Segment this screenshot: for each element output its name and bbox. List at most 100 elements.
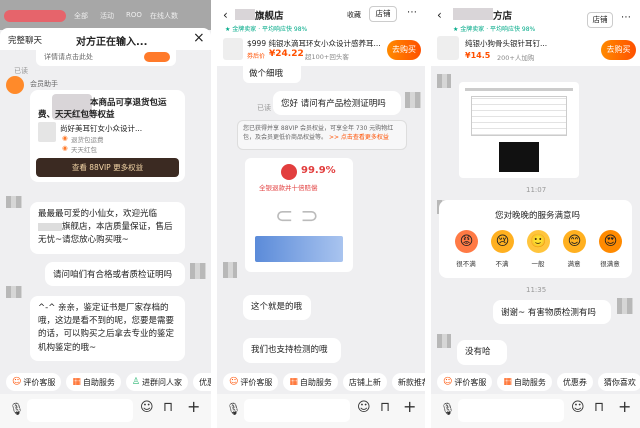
chip-label: 新款推荐 bbox=[397, 377, 425, 387]
close-icon[interactable]: × bbox=[193, 30, 205, 46]
chip-coupon[interactable]: 优惠 bbox=[192, 373, 211, 391]
message-input[interactable] bbox=[458, 399, 564, 422]
tab-label[interactable]: 活动 bbox=[100, 11, 114, 21]
certificate-image[interactable]: 99.9% 全银退款并十倍赔偿 ⊂ ⊃ bbox=[245, 158, 353, 272]
notice-link[interactable]: >> 点击查看更多权益 bbox=[329, 134, 389, 141]
card-action-button[interactable] bbox=[144, 52, 170, 62]
shop-rating-line: ★ 金牌卖家 · 平均响应快 98% bbox=[453, 26, 536, 33]
chip-join-group[interactable]: ♙ 进群问人家 bbox=[125, 373, 188, 391]
shopping-bag-icon[interactable]: ⊓ bbox=[594, 400, 604, 415]
chip-rate-service[interactable]: ☺ 评价客服 bbox=[6, 373, 62, 391]
chip-self-service[interactable]: ▦ 自助服务 bbox=[283, 373, 338, 391]
buy-button[interactable]: 去购买 bbox=[601, 40, 636, 60]
product-title[interactable]: 纯银小狗骨头银针耳钉... bbox=[465, 38, 547, 49]
cert-percent: 99.9% bbox=[301, 165, 336, 176]
user-question-message: 谢谢~ 有害物质检测有吗 bbox=[493, 300, 611, 324]
grid-icon: ▦ bbox=[289, 377, 298, 387]
input-bar: 🎙 ☺ ⊓ + bbox=[217, 394, 425, 428]
price-label: 券后价 bbox=[247, 53, 266, 60]
more-icon[interactable]: ⋯ bbox=[621, 12, 631, 23]
chip-recommend[interactable]: 新款推荐 bbox=[391, 373, 425, 391]
quick-action-chips: ☺ 评价客服 ▦ 自助服务 优惠券 猜你喜欢 bbox=[431, 373, 640, 392]
vip-notice-card: 您已获得并享 88VIP 会员权益，可享全年 730 元购物红包，及会员更低价商… bbox=[237, 120, 407, 150]
rate-icon: ☺ bbox=[229, 377, 239, 387]
back-arrow-icon[interactable]: ‹ bbox=[223, 8, 228, 22]
product-price: ¥24.22 bbox=[269, 49, 304, 59]
input-bar: 🎙 ☺ ⊓ + bbox=[431, 394, 640, 428]
chat-panel-2: ‹ 旗舰店 收藏 店铺 ⋯ ★ 金牌卖家 · 平均响应快 98% $999 纯银… bbox=[217, 0, 425, 428]
rating-label: 很不满 bbox=[456, 260, 476, 268]
chip-label: 自助服务 bbox=[513, 377, 546, 387]
microphone-icon[interactable]: 🎙 bbox=[9, 402, 24, 416]
chat-header: ‹ 方店 店铺 ⋯ ★ 金牌卖家 · 平均响应快 98% 纯银小狗骨头银针耳钉.… bbox=[431, 0, 640, 66]
chip-label: 优惠 bbox=[198, 377, 211, 387]
plus-icon[interactable]: + bbox=[403, 397, 416, 416]
chat-header: ‹ 旗舰店 收藏 店铺 ⋯ ★ 金牌卖家 · 平均响应快 98% $999 纯银… bbox=[217, 0, 425, 66]
assistant-name: 会员助手 bbox=[30, 80, 58, 88]
chat-header: 完整聊天 对方正在输入... × bbox=[0, 28, 211, 50]
product-thumbnail bbox=[38, 122, 56, 142]
redacted-shop-name bbox=[38, 222, 62, 231]
chat-panel-3: ‹ 方店 店铺 ⋯ ★ 金牌卖家 · 平均响应快 98% 纯银小狗骨头银针耳钉.… bbox=[431, 0, 640, 428]
plus-icon[interactable]: + bbox=[187, 397, 200, 416]
tab-label[interactable]: 在线人数 bbox=[150, 11, 178, 21]
user-avatar bbox=[190, 263, 206, 279]
crying-face-icon[interactable]: 😢 bbox=[491, 230, 514, 253]
rating-label: 很满意 bbox=[600, 260, 620, 268]
report-image[interactable] bbox=[459, 82, 579, 178]
more-icon[interactable]: ⋯ bbox=[407, 7, 417, 18]
plus-icon[interactable]: + bbox=[618, 397, 631, 416]
emoji-icon[interactable]: ☺ bbox=[357, 400, 371, 415]
chip-guess-you-like[interactable]: 猜你喜欢 bbox=[597, 373, 640, 391]
vip-benefit-item: 退货包运费 bbox=[71, 136, 104, 144]
emoji-icon[interactable]: ☺ bbox=[140, 400, 154, 415]
shop-button[interactable]: 店铺 bbox=[587, 12, 613, 28]
follow-button[interactable]: 收藏 bbox=[347, 10, 361, 20]
chip-rate-service[interactable]: ☺ 评价客服 bbox=[223, 373, 279, 391]
tab-label[interactable]: 全部 bbox=[74, 11, 88, 21]
active-tab-highlight[interactable] bbox=[4, 10, 66, 22]
user-question-message: 您好 请问有产品检测证明吗 bbox=[273, 91, 401, 115]
message-input[interactable] bbox=[244, 399, 350, 422]
microphone-icon[interactable]: 🎙 bbox=[226, 402, 241, 416]
chip-new-arrivals[interactable]: 店铺上新 bbox=[342, 373, 387, 391]
shopping-bag-icon[interactable]: ⊓ bbox=[163, 400, 173, 415]
message-input[interactable] bbox=[27, 399, 133, 422]
smiling-face-icon[interactable]: 😊 bbox=[563, 230, 586, 253]
input-bar: 🎙 ☺ ⊓ + bbox=[0, 394, 211, 428]
user-avatar bbox=[405, 92, 421, 108]
assistant-avatar bbox=[6, 76, 24, 94]
chip-coupon[interactable]: 优惠券 bbox=[556, 373, 593, 391]
shop-name[interactable]: 旗舰店 bbox=[255, 8, 284, 22]
quick-action-chips: ☺评价客服 ▦自助服务 店铺上新 新款推荐 bbox=[217, 373, 425, 392]
typing-status-title: 对方正在输入... bbox=[76, 37, 148, 48]
satisfaction-survey-card: 您对晚晚的服务满意吗 😡 很不满 😢 不满 🙂 一般 😊 满意 😍 很满意 bbox=[439, 200, 632, 278]
shop-button[interactable]: 店铺 bbox=[369, 6, 397, 22]
product-title[interactable]: $999 纯银水滴耳环女小众设计感养耳... bbox=[247, 38, 381, 49]
shop-name[interactable]: 方店 bbox=[493, 8, 512, 22]
product-price: ¥14.5 bbox=[465, 51, 491, 60]
vip-benefit-card[interactable]: 本商品可享退货包运 费、天天红包等权益 尚好美耳钉女小众设计... ◉ 退货包运… bbox=[30, 90, 185, 182]
emoji-icon[interactable]: ☺ bbox=[571, 400, 585, 415]
blurred-avatar bbox=[437, 334, 451, 348]
tab-label[interactable]: ROO bbox=[126, 11, 142, 19]
user-avatar bbox=[617, 298, 633, 314]
heart-eyes-face-icon[interactable]: 😍 bbox=[599, 230, 622, 253]
previous-message-card: 详情请点击此处 bbox=[36, 50, 176, 66]
back-arrow-icon[interactable]: ‹ bbox=[437, 8, 442, 22]
view-vip-benefits-button[interactable]: 查看 88VIP 更多权益 bbox=[36, 158, 179, 177]
product-sold: 200+人加购 bbox=[497, 54, 535, 62]
group-icon: ♙ bbox=[131, 377, 140, 387]
angry-face-icon[interactable]: 😡 bbox=[455, 230, 478, 253]
full-chat-link[interactable]: 完整聊天 bbox=[8, 34, 42, 46]
vip-title: 本商品可享退货包运 bbox=[90, 98, 167, 108]
buy-button[interactable]: 去购买 bbox=[387, 40, 421, 60]
chip-self-service[interactable]: ▦ 自助服务 bbox=[66, 373, 121, 391]
shopping-bag-icon[interactable]: ⊓ bbox=[380, 400, 390, 415]
grid-icon: ▦ bbox=[72, 377, 81, 387]
chip-rate-service[interactable]: ☺ 评价客服 bbox=[437, 373, 493, 391]
neutral-face-icon[interactable]: 🙂 bbox=[527, 230, 550, 253]
chip-self-service[interactable]: ▦ 自助服务 bbox=[497, 373, 552, 391]
microphone-icon[interactable]: 🎙 bbox=[440, 402, 455, 416]
chip-label: 进群问人家 bbox=[141, 377, 182, 387]
